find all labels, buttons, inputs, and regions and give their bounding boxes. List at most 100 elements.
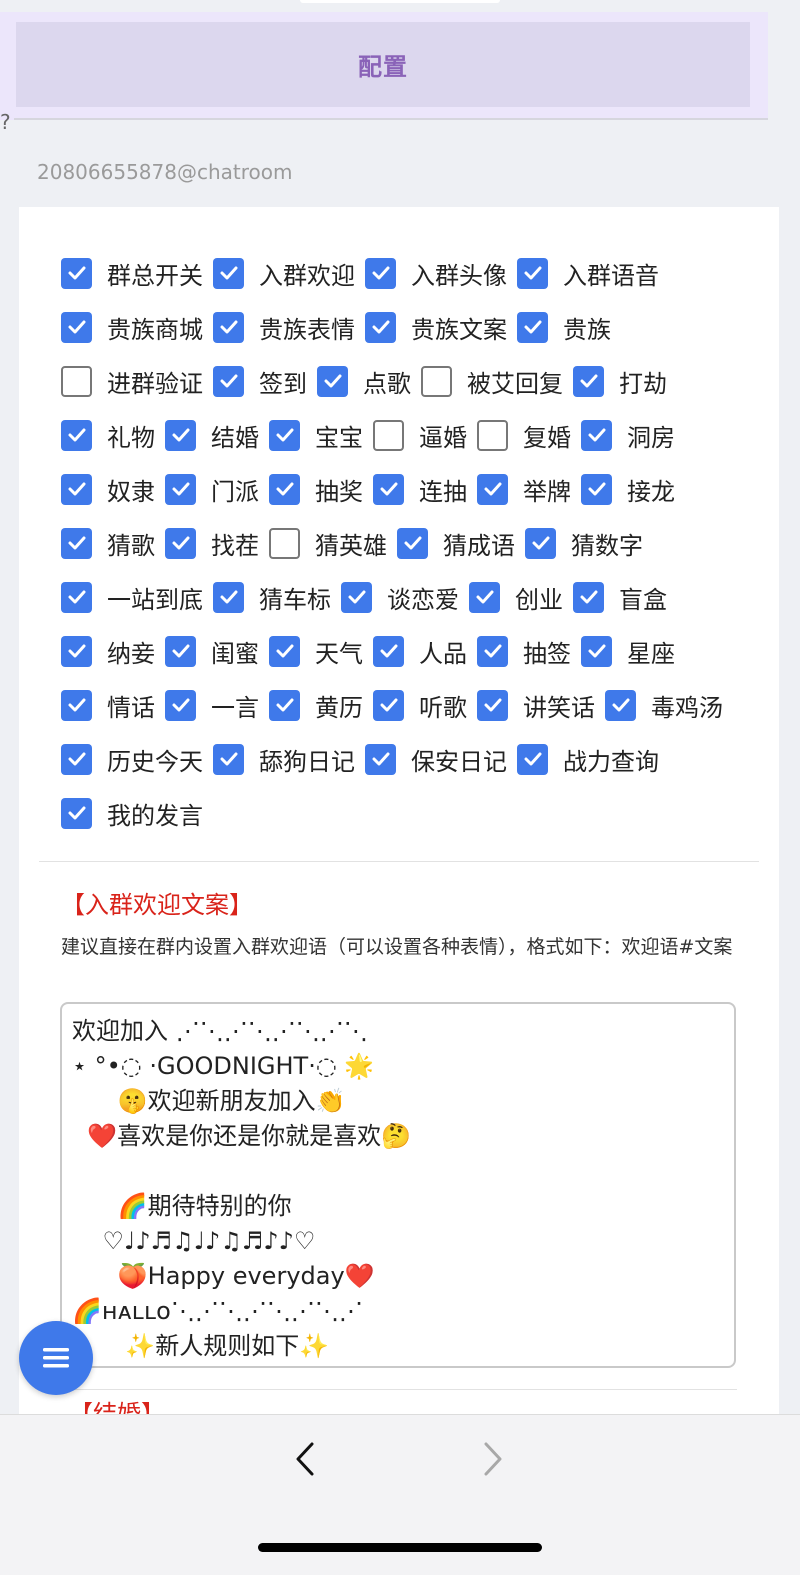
checkbox-checked[interactable] [469,581,500,613]
checkbox-checked[interactable] [61,689,92,721]
option-item[interactable]: 逼婚 [373,417,467,453]
checkbox-checked[interactable] [61,311,92,343]
option-item[interactable]: 黄历 [269,687,363,723]
option-item[interactable]: 讲笑话 [477,687,595,723]
checkbox-unchecked[interactable] [61,365,92,397]
checkbox-checked[interactable] [581,419,612,451]
chevron-right-icon[interactable] [478,1439,508,1479]
checkbox-checked[interactable] [61,419,92,451]
checkbox-checked[interactable] [365,743,396,775]
checkbox-checked[interactable] [61,743,92,775]
welcome-text-area[interactable]: 欢迎加入 ⋰⋱⋰⋱⋰⋱⋰⋱ ⋆ °•◌ ·GOODNIGHT·◌ 🌟 🤫欢迎新朋友… [60,1002,736,1368]
checkbox-checked[interactable] [373,689,404,721]
checkbox-checked[interactable] [61,473,92,505]
option-item[interactable]: 猜成语 [397,525,515,561]
option-item[interactable]: 盲盒 [573,579,667,615]
option-item[interactable]: 抽奖 [269,471,363,507]
checkbox-checked[interactable] [365,257,396,289]
option-item[interactable]: 贵族商城 [61,309,203,345]
option-item[interactable]: 天气 [269,633,363,669]
checkbox-checked[interactable] [61,581,92,613]
option-item[interactable]: 闺蜜 [165,633,259,669]
option-item[interactable]: 接龙 [581,471,675,507]
checkbox-checked[interactable] [61,635,92,667]
checkbox-checked[interactable] [213,581,244,613]
option-item[interactable]: 一言 [165,687,259,723]
option-item[interactable]: 贵族 [517,309,611,345]
checkbox-checked[interactable] [269,635,300,667]
checkbox-checked[interactable] [61,527,92,559]
checkbox-checked[interactable] [165,527,196,559]
checkbox-checked[interactable] [573,581,604,613]
option-item[interactable]: 历史今天 [61,741,203,777]
option-item[interactable]: 情话 [61,687,155,723]
option-item[interactable]: 连抽 [373,471,467,507]
option-item[interactable]: 抽签 [477,633,571,669]
option-item[interactable]: 一站到底 [61,579,203,615]
checkbox-checked[interactable] [61,797,92,829]
option-item[interactable]: 群总开关 [61,255,203,291]
menu-fab-button[interactable] [19,1321,93,1395]
option-item[interactable]: 找茬 [165,525,259,561]
option-item[interactable]: 星座 [581,633,675,669]
checkbox-checked[interactable] [517,743,548,775]
checkbox-unchecked[interactable] [477,419,508,451]
option-item[interactable]: 门派 [165,471,259,507]
checkbox-checked[interactable] [213,365,244,397]
checkbox-checked[interactable] [165,419,196,451]
option-item[interactable]: 进群验证 [61,363,203,399]
option-item[interactable]: 被艾回复 [421,363,563,399]
checkbox-checked[interactable] [269,419,300,451]
option-item[interactable]: 举牌 [477,471,571,507]
option-item[interactable]: 礼物 [61,417,155,453]
checkbox-checked[interactable] [517,311,548,343]
option-item[interactable]: 入群头像 [365,255,507,291]
checkbox-checked[interactable] [373,473,404,505]
checkbox-checked[interactable] [397,527,428,559]
checkbox-checked[interactable] [477,635,508,667]
checkbox-checked[interactable] [341,581,372,613]
option-item[interactable]: 我的发言 [61,795,203,831]
option-item[interactable]: 保安日记 [365,741,507,777]
option-item[interactable]: 舔狗日记 [213,741,355,777]
checkbox-checked[interactable] [317,365,348,397]
checkbox-checked[interactable] [477,689,508,721]
checkbox-checked[interactable] [373,635,404,667]
option-item[interactable]: 人品 [373,633,467,669]
option-item[interactable]: 复婚 [477,417,571,453]
option-item[interactable]: 入群语音 [517,255,659,291]
option-item[interactable]: 猜数字 [525,525,643,561]
checkbox-checked[interactable] [477,473,508,505]
checkbox-unchecked[interactable] [269,527,300,559]
option-item[interactable]: 入群欢迎 [213,255,355,291]
option-item[interactable]: 听歌 [373,687,467,723]
option-item[interactable]: 贵族文案 [365,309,507,345]
checkbox-checked[interactable] [165,635,196,667]
option-item[interactable]: 猜英雄 [269,525,387,561]
option-item[interactable]: 猜歌 [61,525,155,561]
checkbox-checked[interactable] [269,689,300,721]
option-item[interactable]: 结婚 [165,417,259,453]
checkbox-checked[interactable] [525,527,556,559]
checkbox-checked[interactable] [605,689,636,721]
checkbox-checked[interactable] [581,473,612,505]
option-item[interactable]: 奴隶 [61,471,155,507]
option-item[interactable]: 点歌 [317,363,411,399]
option-item[interactable]: 谈恋爱 [341,579,459,615]
checkbox-checked[interactable] [213,257,244,289]
option-item[interactable]: 战力查询 [517,741,659,777]
checkbox-unchecked[interactable] [421,365,452,397]
checkbox-checked[interactable] [365,311,396,343]
option-item[interactable]: 打劫 [573,363,667,399]
option-item[interactable]: 洞房 [581,417,675,453]
option-item[interactable]: 贵族表情 [213,309,355,345]
option-item[interactable]: 猜车标 [213,579,331,615]
checkbox-checked[interactable] [213,743,244,775]
checkbox-checked[interactable] [213,311,244,343]
checkbox-checked[interactable] [581,635,612,667]
checkbox-checked[interactable] [165,473,196,505]
option-item[interactable]: 签到 [213,363,307,399]
option-item[interactable]: 创业 [469,579,563,615]
checkbox-checked[interactable] [61,257,92,289]
chevron-left-icon[interactable] [290,1439,320,1479]
